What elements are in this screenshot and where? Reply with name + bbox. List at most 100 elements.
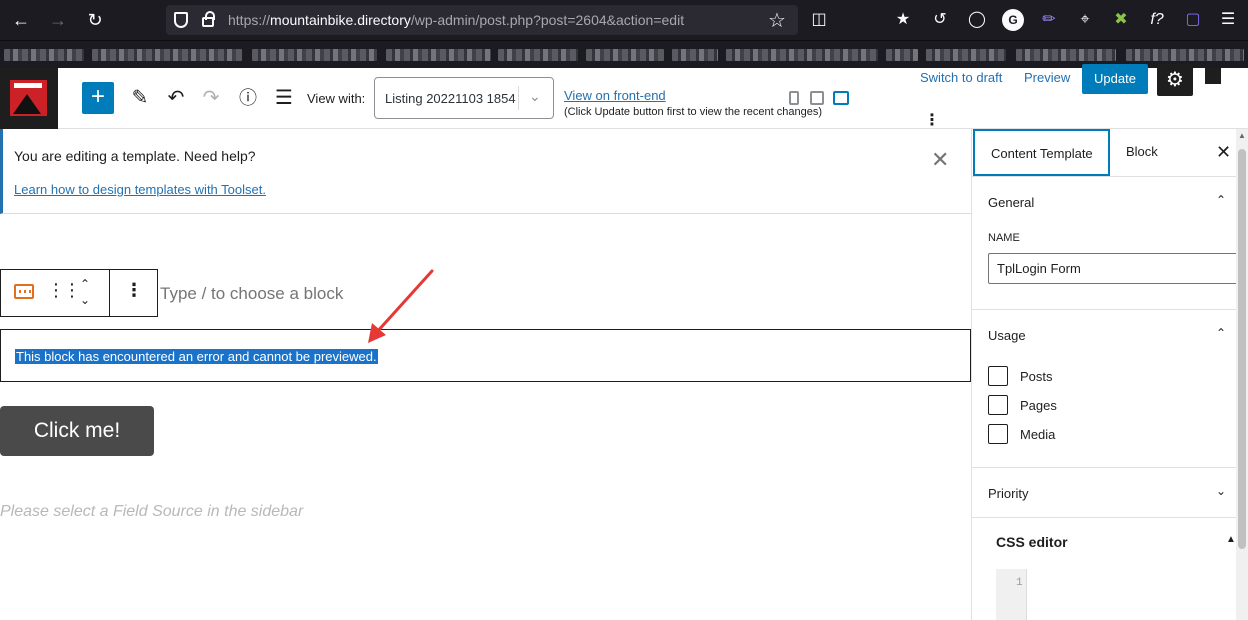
css-code-editor[interactable]: 1 [996,569,1238,620]
checkbox[interactable] [988,395,1008,415]
scrollbar[interactable]: ▲ [1236,129,1248,620]
bookmark-item[interactable] [1016,49,1116,61]
history-icon[interactable]: ↺ [929,9,951,31]
address-bar[interactable]: https://mountainbike.directory/wp-admin/… [166,5,798,35]
tab-content-template[interactable]: Content Template [973,129,1110,176]
bookmark-item[interactable] [586,49,664,61]
forward-icon[interactable]: → [45,8,71,32]
redo-icon[interactable]: ↷ [197,84,225,112]
editor-canvas: You are editing a template. Need help? L… [0,129,971,620]
view-with-select[interactable]: Listing 20221103 1854 ⌄ [374,77,554,119]
add-block-button[interactable]: + [82,82,114,114]
settings-sidebar: Content Template Block ✕ General ⌃ NAME … [971,129,1238,620]
url-scheme: https:// [228,12,271,28]
bookmark-item[interactable] [498,49,578,61]
account-icon[interactable]: G [1002,9,1024,31]
view-on-frontend-link[interactable]: View on front-end [564,88,666,103]
tablet-preview-icon[interactable] [810,91,824,105]
editor-header: + ✎ ↶ ↷ ⓘ ☰ View with: Listing 20221103 … [0,64,1248,130]
close-icon[interactable]: ✕ [931,147,949,173]
preview-link[interactable]: Preview [1024,70,1070,85]
name-label: NAME [988,232,1020,244]
bookmark-item[interactable] [92,49,242,61]
bookmark-item[interactable] [926,49,1006,61]
chevron-down-icon[interactable]: ⌄ [529,88,541,105]
bookmark-item[interactable] [386,49,491,61]
crop-icon[interactable]: ⌖ [1074,9,1096,31]
shield-icon[interactable] [174,12,188,28]
lock-icon[interactable] [202,11,215,27]
bookmark-item[interactable] [726,49,878,61]
notice-help-link[interactable]: Learn how to design templates with Tools… [14,182,266,197]
keyboard-icon[interactable] [14,284,34,299]
bookmarks-bar [0,40,1248,68]
checkbox-label: Pages [1020,398,1057,413]
desktop-preview-icon[interactable] [833,91,849,105]
screenshot-icon[interactable]: ▢ [1182,9,1204,31]
scroll-up-icon[interactable]: ▲ [1238,131,1246,140]
reload-icon[interactable]: ↻ [82,8,108,32]
annotation-arrow [368,269,434,343]
settings-gear-icon[interactable]: ⚙ [1157,64,1193,96]
checkbox[interactable] [988,366,1008,386]
browser-toolbar: ← → ↻ https://mountainbike.directory/wp-… [0,0,1248,40]
block-placeholder[interactable]: Type / to choose a block [160,284,343,304]
menu-icon[interactable]: ☰ [1217,9,1239,31]
list-view-icon[interactable]: ☰ [270,84,298,112]
priority-panel-header[interactable]: Priority ⌄ [972,467,1237,517]
drag-handle-icon[interactable]: ⋮⋮ [47,280,81,301]
toolbar-divider [109,270,110,316]
panel-title: Priority [988,486,1029,501]
block-mover[interactable]: ⌃ ⌄ [77,276,93,308]
chevron-up-icon[interactable]: ⌃ [1216,326,1226,340]
checkbox[interactable] [988,424,1008,444]
panel-title: General [988,195,1035,210]
tools-icon[interactable]: ✖ [1110,9,1132,31]
block-options-icon[interactable]: ⋮ [125,280,143,301]
bookmark-item[interactable] [4,49,84,61]
select-divider [518,86,519,110]
update-button[interactable]: Update [1082,64,1148,94]
bookmark-star-icon[interactable]: ☆ [768,8,786,33]
bookmark-item[interactable] [672,49,718,61]
bookmark-item[interactable] [252,49,377,61]
template-name-input[interactable] [988,253,1238,284]
options-icon[interactable] [1205,68,1221,84]
extensions-icon[interactable]: ◫ [808,9,830,31]
tab-block[interactable]: Block [1110,129,1210,176]
save-to-pocket-icon[interactable]: ◯ [966,9,988,31]
click-me-button[interactable]: Click me! [0,406,154,456]
block-toolbar: ⋮⋮ ⌃ ⌄ ⋮ [0,269,158,317]
bookmark-item[interactable] [886,49,918,61]
general-panel-header[interactable]: General ⌃ [972,176,1237,226]
tab-label: Content Template [991,146,1093,161]
more-options-icon[interactable]: ⋮ [924,110,940,130]
site-logo[interactable] [0,68,58,129]
back-icon[interactable]: ← [8,8,34,32]
font-finder-icon[interactable]: f? [1146,9,1168,31]
undo-icon[interactable]: ↶ [162,84,190,112]
info-icon[interactable]: ⓘ [234,84,262,112]
mobile-preview-icon[interactable] [789,91,799,105]
view-with-label: View with: [307,91,366,106]
url-path: /wp-admin/post.php?post=2604&action=edit [410,12,685,28]
close-sidebar-icon[interactable]: ✕ [1216,142,1231,163]
checkbox-label: Media [1020,427,1056,442]
url-host: mountainbike.directory [270,12,411,28]
notice-text: You are editing a template. Need help? [14,148,256,164]
error-block[interactable]: This block has encountered an error and … [0,329,971,382]
field-source-hint: Please select a Field Source in the side… [0,503,304,520]
chevron-down-icon[interactable]: ⌄ [1216,484,1226,498]
scroll-thumb[interactable] [1238,149,1246,549]
url-text[interactable]: https://mountainbike.directory/wp-admin/… [228,12,684,28]
switch-to-draft-link[interactable]: Switch to draft [920,70,1002,85]
chevron-up-icon[interactable]: ⌃ [1216,193,1226,207]
css-editor-title[interactable]: CSS editor [996,534,1068,550]
pocket-icon[interactable]: ★ [892,9,914,31]
bookmark-item[interactable] [1126,49,1244,61]
logo-image [10,80,47,116]
tools-pencil-icon[interactable]: ✎ [126,84,154,112]
caret-up-icon[interactable]: ▲ [1226,534,1236,545]
color-picker-icon[interactable]: ✏ [1038,9,1060,31]
update-note: (Click Update button first to view the r… [564,106,823,118]
